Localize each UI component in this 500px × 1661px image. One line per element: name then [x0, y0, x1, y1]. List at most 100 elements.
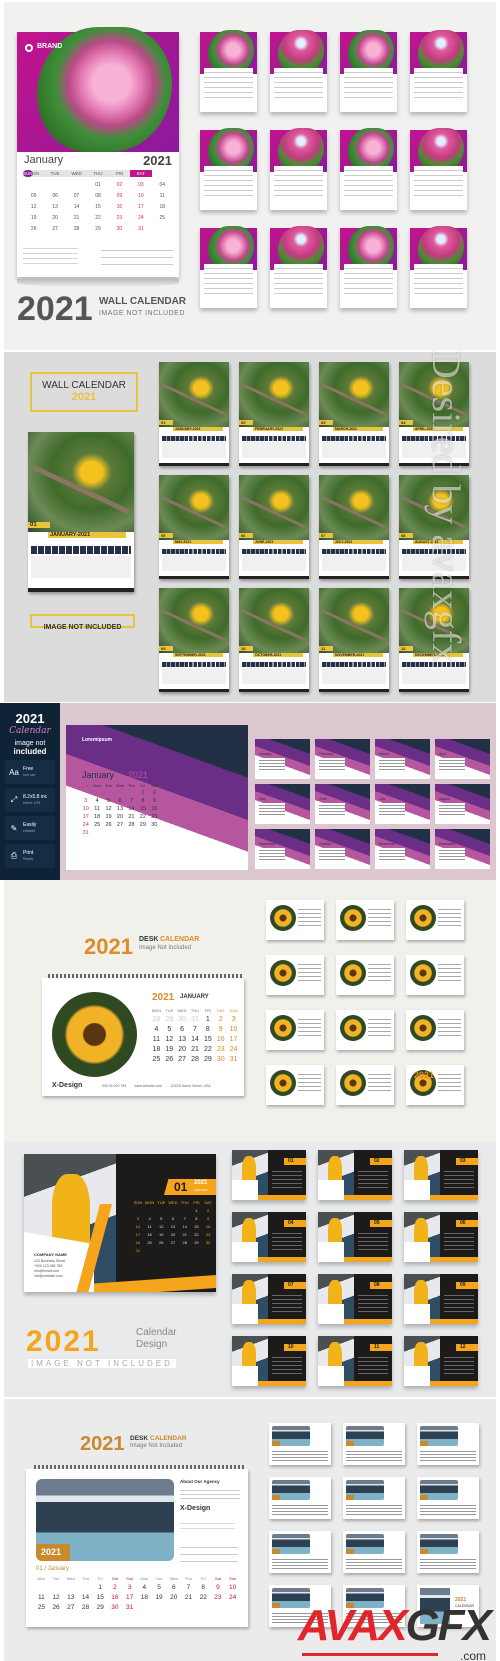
month-thumbnail[interactable]: January2021 [200, 30, 257, 112]
main-calendar-preview[interactable]: 01 JANUARY-2021 [28, 432, 134, 592]
month-thumbnail[interactable]: 07 [232, 1274, 306, 1324]
thumbnail-month: November [379, 842, 396, 846]
month-thumbnail[interactable]: 09 SEPTEMBER-2021 [159, 588, 229, 692]
month-thumbnail[interactable]: August [435, 784, 490, 824]
month-thumbnail[interactable]: April [435, 739, 490, 779]
main-calendar-preview[interactable]: COMPANY NAME 123 Business Street +000 123… [24, 1154, 216, 1292]
month-thumbnail[interactable]: 01 JANUARY-2021 [159, 362, 229, 466]
month-thumbnail[interactable] [343, 1477, 405, 1519]
day-cell: 12 [165, 1036, 174, 1043]
month-thumbnail[interactable] [406, 955, 464, 995]
day-cell: 20 [116, 814, 124, 820]
thumbnail-label: JUNE-2021 [253, 540, 303, 544]
thumbnail-grid [274, 68, 323, 98]
contact-list [180, 1519, 235, 1533]
month-thumbnail[interactable]: 12 [404, 1336, 478, 1386]
main-calendar-preview[interactable]: BRAND January 2021 MON TUE WED THU FRI SAT SUN… [17, 27, 179, 277]
month-thumbnail[interactable] [343, 1531, 405, 1573]
month-thumbnail[interactable]: July [375, 784, 430, 824]
month-thumbnail[interactable]: September [255, 829, 310, 869]
month-thumbnail[interactable] [266, 955, 324, 995]
month-thumbnail[interactable] [269, 1531, 331, 1573]
month-thumbnail[interactable]: 04 [232, 1212, 306, 1262]
thumbnail-number: 12 [399, 646, 413, 651]
month-thumbnail[interactable] [336, 1010, 394, 1050]
month-thumbnail[interactable]: 10 OCTOBER-2021 [239, 588, 309, 692]
month-thumbnail[interactable]: 02 FEBRUARY-2021 [239, 362, 309, 466]
month-thumbnail[interactable]: March [375, 739, 430, 779]
stripe-bottom [430, 1195, 478, 1200]
month-thumbnail[interactable]: 11 NOVEMBER-2021 [319, 588, 389, 692]
month-thumbnail[interactable] [417, 1531, 479, 1573]
subtitle: Image Not Included [139, 945, 192, 951]
month-thumbnail[interactable] [266, 1065, 324, 1105]
month-badge: 01 [284, 1158, 306, 1165]
title-image-not-included: IMAGE NOT INCLUDED [99, 310, 185, 317]
month-thumbnail[interactable]: June2021 [270, 128, 327, 210]
month-thumbnail[interactable] [417, 1423, 479, 1465]
month-thumbnail[interactable]: 05 MAY-2021 [159, 475, 229, 579]
month-thumbnail[interactable]: March2021 [340, 30, 397, 112]
month-thumbnail[interactable] [336, 955, 394, 995]
month-thumbnail[interactable]: 07 JULY-2021 [319, 475, 389, 579]
month-thumbnail[interactable]: July2021 [340, 128, 397, 210]
month-thumbnail[interactable]: 09 [404, 1274, 478, 1324]
month-thumbnail[interactable]: 02 [318, 1150, 392, 1200]
month-thumbnail[interactable]: June [315, 784, 370, 824]
month-thumbnail[interactable]: December [435, 829, 490, 869]
month-thumbnail[interactable] [406, 900, 464, 940]
month-thumbnail[interactable] [336, 900, 394, 940]
month-thumbnail[interactable]: February2021 [270, 30, 327, 112]
main-calendar-preview[interactable]: Loremipsum January 2021 Sun Mon Tue Wed Thu F… [66, 725, 248, 870]
month-thumbnail[interactable]: 08 [318, 1274, 392, 1324]
main-calendar-preview[interactable]: 2021 About Our Agency X-Design 01 / Janu… [26, 1469, 248, 1627]
month-thumbnail[interactable]: May [255, 784, 310, 824]
month-thumbnail[interactable]: May2021 [200, 128, 257, 210]
month-thumbnail[interactable]: September2021 [200, 226, 257, 308]
thumbnail-grid [274, 264, 323, 294]
month-thumbnail[interactable]: November [375, 829, 430, 869]
month-thumbnail[interactable]: 11 [318, 1336, 392, 1386]
month-thumbnail[interactable] [343, 1423, 405, 1465]
thumbnail-grid [379, 803, 405, 817]
month-badge: 07 [284, 1282, 306, 1289]
month-thumbnail[interactable] [266, 900, 324, 940]
day-cell: 03 [138, 182, 144, 188]
month-thumbnail[interactable]: August2021 [410, 128, 467, 210]
month-thumbnail[interactable]: October2021 [270, 226, 327, 308]
month-thumbnail[interactable]: 03 MARCH-2021 [319, 362, 389, 466]
month-thumbnail[interactable]: 05 [318, 1212, 392, 1262]
month-thumbnail[interactable] [269, 1423, 331, 1465]
month-thumbnail[interactable] [406, 1010, 464, 1050]
day-cell: 3 [136, 1216, 139, 1221]
month-thumbnail[interactable]: January [255, 739, 310, 779]
day-cell: 3 [127, 1584, 132, 1591]
thumbnail-month: December [439, 842, 456, 846]
month-thumbnail[interactable] [336, 1065, 394, 1105]
day-cell: 7 [183, 1216, 186, 1221]
weekday-header [162, 436, 226, 441]
brand: X-Design [180, 1505, 211, 1512]
day-cell: 24 [229, 1594, 237, 1601]
month-thumbnail[interactable]: 10 [232, 1336, 306, 1386]
photo-year-badge [272, 1441, 280, 1446]
month-thumbnail[interactable]: 06 [404, 1212, 478, 1262]
month-thumbnail[interactable]: October [315, 829, 370, 869]
title-calendar: CALENDAR [150, 1435, 187, 1442]
month-thumbnail[interactable] [269, 1477, 331, 1519]
month-thumbnail[interactable] [417, 1477, 479, 1519]
month-thumbnail[interactable]: April2021 [410, 30, 467, 112]
month-thumbnail[interactable] [266, 1010, 324, 1050]
company-card [318, 1180, 344, 1200]
month-thumbnail[interactable]: 03 [404, 1150, 478, 1200]
thumbnail-grid [414, 166, 463, 196]
day-cell [66, 182, 87, 188]
month-thumbnail[interactable]: December2021 [410, 226, 467, 308]
main-calendar-preview[interactable]: 2021 JANUARY MON TUE WED THU FRI SAT SUN 28 29 30… [42, 978, 244, 1096]
watermark-underline [301, 1653, 438, 1656]
day-cell: 25 [37, 1604, 45, 1611]
month-thumbnail[interactable]: 01 [232, 1150, 306, 1200]
month-thumbnail[interactable]: November2021 [340, 226, 397, 308]
month-thumbnail[interactable]: February [315, 739, 370, 779]
month-thumbnail[interactable]: 06 JUNE-2021 [239, 475, 309, 579]
